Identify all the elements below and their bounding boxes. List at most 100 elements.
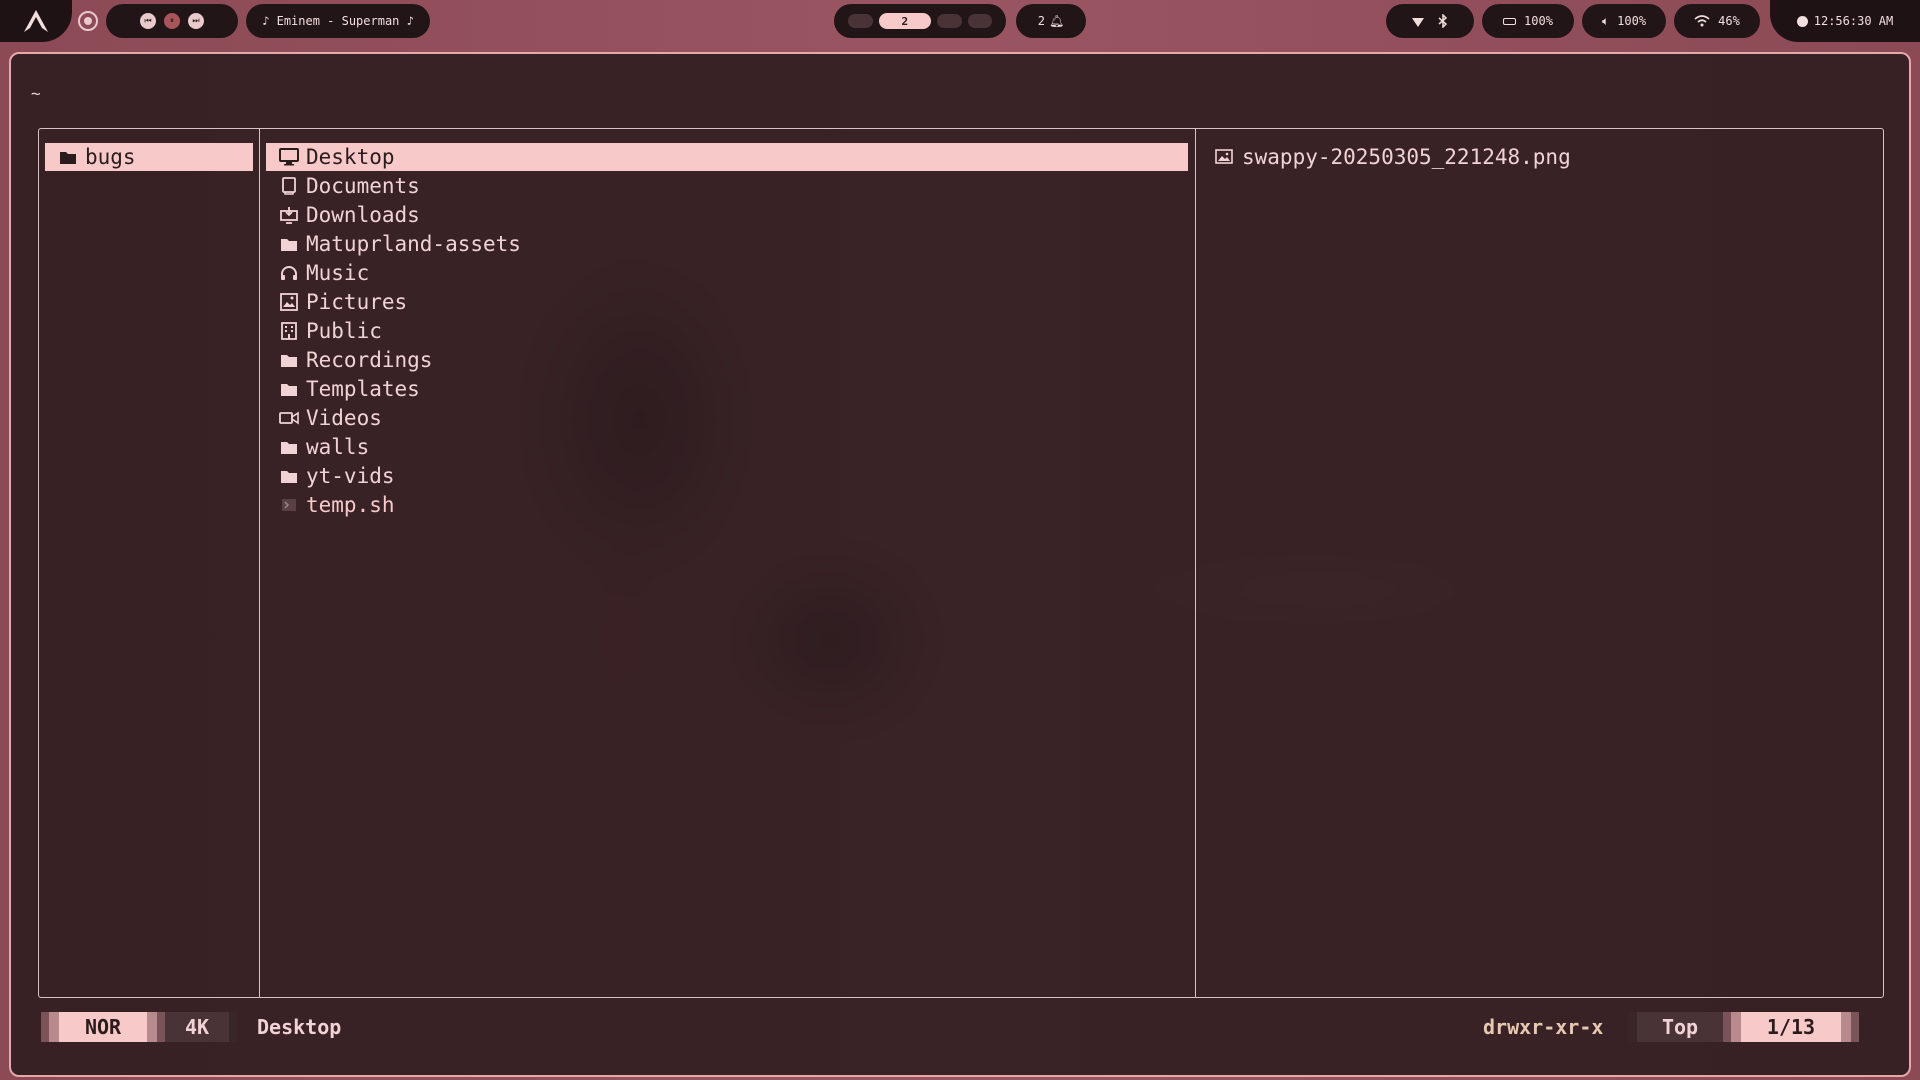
- clock[interactable]: 12:56:30 AM: [1770, 0, 1920, 42]
- battery-level: 100%: [1524, 14, 1553, 28]
- current-list-item-label: Pictures: [306, 290, 408, 314]
- current-list-item[interactable]: Desktop: [266, 143, 1188, 171]
- parent-list-item-label: bugs: [85, 145, 136, 169]
- size-indicator: 4K: [165, 1012, 229, 1042]
- mode-label: NOR: [84, 1015, 122, 1039]
- hovered-name-label: Desktop: [257, 1015, 342, 1039]
- current-list-item-label: Matuprland-assets: [306, 232, 521, 256]
- preview-pane: swappy-20250305_221248.png: [1196, 129, 1885, 997]
- count-edge: [1731, 1012, 1741, 1042]
- current-list-item[interactable]: Music: [266, 259, 1188, 287]
- current-pane: Desktop Documents Downloads Matuprland-asse…: [260, 129, 1196, 997]
- launcher-button[interactable]: [0, 0, 72, 42]
- status-bar: NOR 4K Desktop drwxr-xr-x Top 1/13: [31, 1012, 1891, 1042]
- terminal-window[interactable]: ~ bugs Desktop Documents Downloads Matuprla…: [9, 52, 1911, 1077]
- scroll-position-label: Top: [1661, 1015, 1699, 1039]
- current-list-item-label: Public: [306, 319, 382, 343]
- folder-icon: [57, 146, 79, 168]
- vpn-shield-icon[interactable]: [1411, 14, 1425, 28]
- current-list-item[interactable]: Downloads: [266, 201, 1188, 229]
- count-edge: [1851, 1012, 1859, 1042]
- current-list-item[interactable]: Pictures: [266, 288, 1188, 316]
- parent-list-item[interactable]: bugs: [45, 143, 253, 171]
- current-list-item[interactable]: yt-vids: [266, 462, 1188, 490]
- download-icon: [278, 204, 300, 226]
- volume-indicator[interactable]: 🔈︎ 100%: [1582, 4, 1666, 38]
- item-count-label: 1/13: [1766, 1015, 1816, 1039]
- current-list-item[interactable]: Recordings: [266, 346, 1188, 374]
- now-playing[interactable]: ♪ Eminem - Superman ♪: [246, 4, 430, 38]
- volume-level: 100%: [1617, 14, 1647, 28]
- mode-indicator: NOR: [59, 1012, 147, 1042]
- current-list-item-label: Music: [306, 261, 370, 285]
- speaker-icon: 🔈︎: [1601, 13, 1610, 28]
- parent-pane: bugs: [39, 129, 260, 997]
- clock-time: 12:56:30 AM: [1813, 14, 1894, 28]
- folder-icon: [278, 233, 300, 255]
- record-button[interactable]: [78, 11, 98, 31]
- permissions-label: drwxr-xr-x: [1483, 1015, 1604, 1039]
- clock-icon: [1796, 15, 1808, 27]
- media-controls: ⏮ ⏸ ⏭: [106, 4, 238, 38]
- wifi-indicator[interactable]: 46%: [1674, 4, 1760, 38]
- current-list-item[interactable]: Matuprland-assets: [266, 230, 1188, 258]
- headphones-icon: [278, 262, 300, 284]
- hovered-name: Desktop: [257, 1012, 341, 1042]
- size-label: 4K: [184, 1015, 210, 1039]
- position-edge: [1629, 1012, 1637, 1042]
- workspace-3[interactable]: [937, 14, 962, 28]
- file-manager-panes: bugs Desktop Documents Downloads Matuprland…: [38, 128, 1884, 998]
- current-list-item-label: walls: [306, 435, 370, 459]
- current-list-item-label: Videos: [306, 406, 382, 430]
- bell-icon: 🔔︎: [1049, 14, 1065, 28]
- notification-count: 2: [1037, 14, 1045, 28]
- workspace-active[interactable]: 2: [878, 13, 931, 29]
- monitor-icon: [278, 146, 300, 168]
- item-count: 1/13: [1741, 1012, 1841, 1042]
- current-list-item-label: Documents: [306, 174, 420, 198]
- count-edge: [1723, 1012, 1731, 1042]
- current-list-item[interactable]: Videos: [266, 404, 1188, 432]
- current-list-item[interactable]: Documents: [266, 172, 1188, 200]
- mode-edge: [157, 1012, 165, 1042]
- next-track-icon[interactable]: ⏭: [188, 13, 204, 29]
- current-list-item[interactable]: temp.sh: [266, 491, 1188, 519]
- image-file-icon: [1214, 146, 1236, 168]
- pause-icon[interactable]: ⏸: [164, 13, 180, 29]
- mode-edge: [49, 1012, 59, 1042]
- wifi-strength: 46%: [1718, 14, 1740, 28]
- now-playing-title: ♪ Eminem - Superman ♪: [262, 14, 414, 28]
- preview-list-item[interactable]: swappy-20250305_221248.png: [1202, 143, 1862, 171]
- previous-track-icon[interactable]: ⏮: [140, 13, 156, 29]
- video-icon: [278, 407, 300, 429]
- workspace-4[interactable]: [967, 14, 992, 28]
- bluetooth-icon[interactable]: [1437, 14, 1449, 28]
- document-icon: [278, 175, 300, 197]
- folder-icon: [278, 436, 300, 458]
- notification-indicator[interactable]: 2 🔔︎: [1016, 4, 1086, 38]
- current-list-item-label: Downloads: [306, 203, 420, 227]
- current-list-item-label: Recordings: [306, 348, 433, 372]
- current-list-item-label: Desktop: [306, 145, 395, 169]
- count-edge: [1841, 1012, 1851, 1042]
- current-list-item-label: temp.sh: [306, 493, 395, 517]
- wifi-icon: [1694, 15, 1710, 27]
- current-path: ~: [31, 84, 41, 103]
- mode-edge: [41, 1012, 49, 1042]
- workspace-1[interactable]: [848, 14, 873, 28]
- current-list-item-label: Templates: [306, 377, 420, 401]
- current-list-item-label: yt-vids: [306, 464, 395, 488]
- scroll-position: Top: [1637, 1012, 1723, 1042]
- battery-icon: [1503, 17, 1517, 25]
- mode-edge: [147, 1012, 157, 1042]
- battery-indicator[interactable]: 100%: [1482, 4, 1574, 38]
- size-edge: [229, 1012, 237, 1042]
- arch-logo-icon: [24, 10, 48, 32]
- current-list-item[interactable]: walls: [266, 433, 1188, 461]
- building-icon: [278, 320, 300, 342]
- current-list-item[interactable]: Public: [266, 317, 1188, 345]
- connectivity-tray: [1386, 4, 1474, 38]
- preview-list-item-label: swappy-20250305_221248.png: [1242, 145, 1571, 169]
- workspace-switcher: 2: [834, 4, 1006, 38]
- current-list-item[interactable]: Templates: [266, 375, 1188, 403]
